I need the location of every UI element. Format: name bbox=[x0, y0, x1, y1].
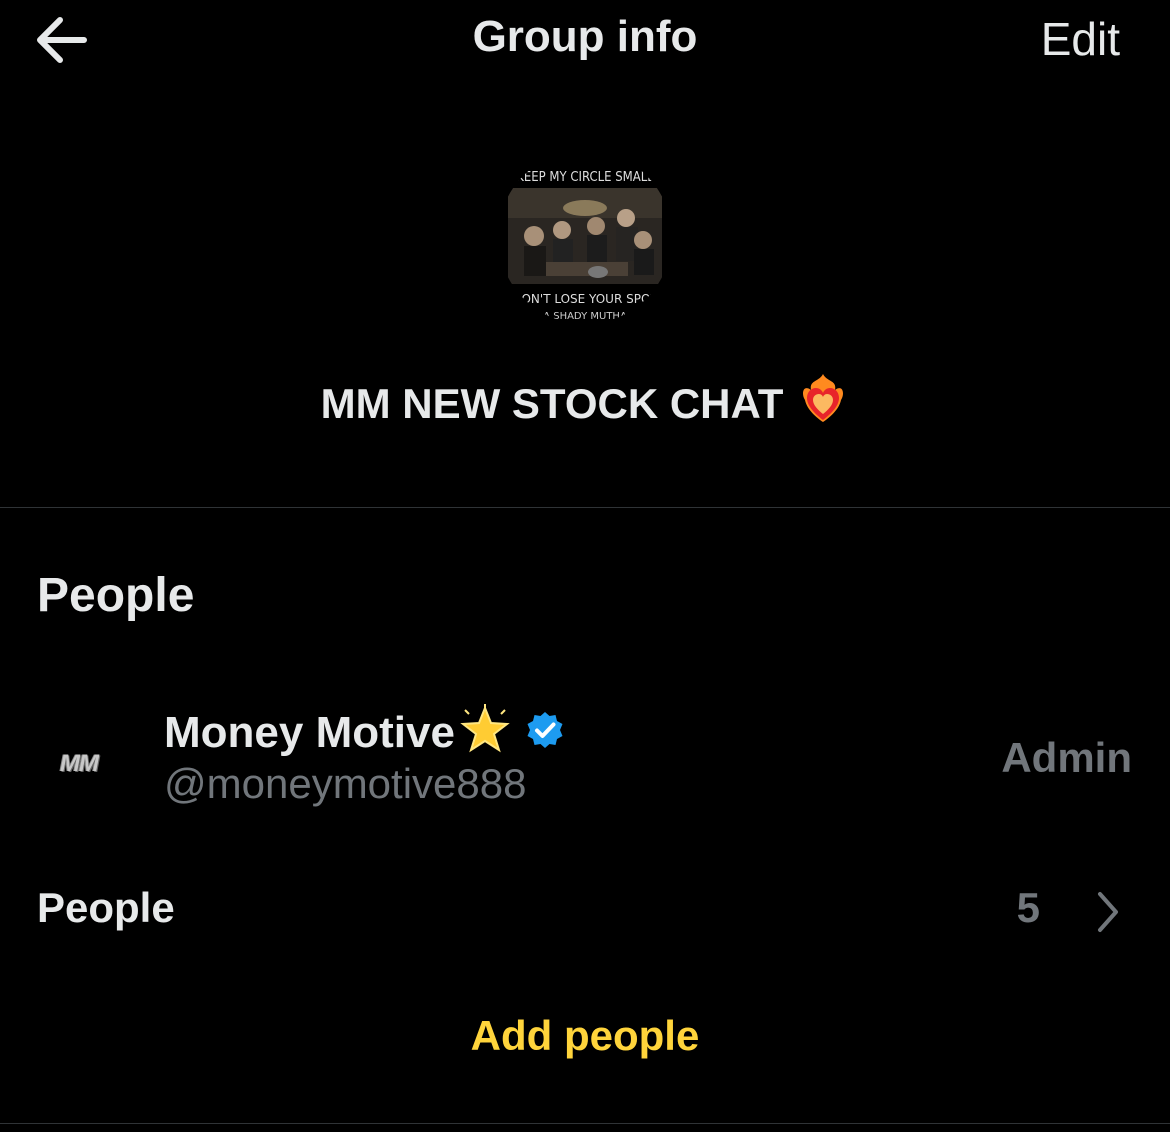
member-row[interactable]: MM Money Motive @moneymotive888 Admin bbox=[0, 690, 1170, 820]
divider-top bbox=[0, 507, 1170, 508]
people-count: 5 bbox=[1016, 884, 1040, 931]
group-avatar[interactable]: KEEP MY CIRCLE SMALL DON'T LOSE YOUR SPO… bbox=[498, 150, 672, 324]
divider-bottom bbox=[0, 1123, 1170, 1124]
member-name-line: Money Motive bbox=[164, 704, 565, 761]
avatar-bottom-text: DON'T LOSE YOUR SPOT bbox=[512, 292, 658, 306]
glowing-star-icon bbox=[459, 704, 511, 761]
back-button[interactable] bbox=[28, 10, 98, 70]
page-title: Group info bbox=[472, 12, 698, 61]
group-name: MM NEW STOCK CHAT bbox=[0, 374, 1170, 440]
avatar: MM bbox=[40, 712, 136, 808]
chevron-right-icon bbox=[1094, 890, 1122, 939]
member-role-badge: Admin bbox=[1001, 734, 1132, 781]
arrow-left-icon bbox=[37, 17, 87, 63]
header: Group info Edit bbox=[0, 0, 1170, 80]
member-name: Money Motive bbox=[164, 707, 455, 757]
people-row-label: People bbox=[37, 884, 175, 931]
add-people-button[interactable]: Add people bbox=[0, 1012, 1170, 1060]
heart-on-fire-icon bbox=[797, 370, 849, 436]
edit-button[interactable]: Edit bbox=[1041, 12, 1120, 66]
avatar-logo-text: MM bbox=[60, 750, 99, 777]
avatar-bottom-text-2: A SHADY MUTHA bbox=[543, 311, 627, 322]
member-handle: @moneymotive888 bbox=[164, 760, 527, 807]
people-section-title: People bbox=[37, 569, 195, 622]
avatar-top-text: KEEP MY CIRCLE SMALL bbox=[516, 170, 654, 185]
group-name-text: MM NEW STOCK CHAT bbox=[320, 380, 784, 428]
people-list-row[interactable]: People 5 bbox=[0, 866, 1170, 952]
verified-badge-icon bbox=[525, 710, 565, 755]
